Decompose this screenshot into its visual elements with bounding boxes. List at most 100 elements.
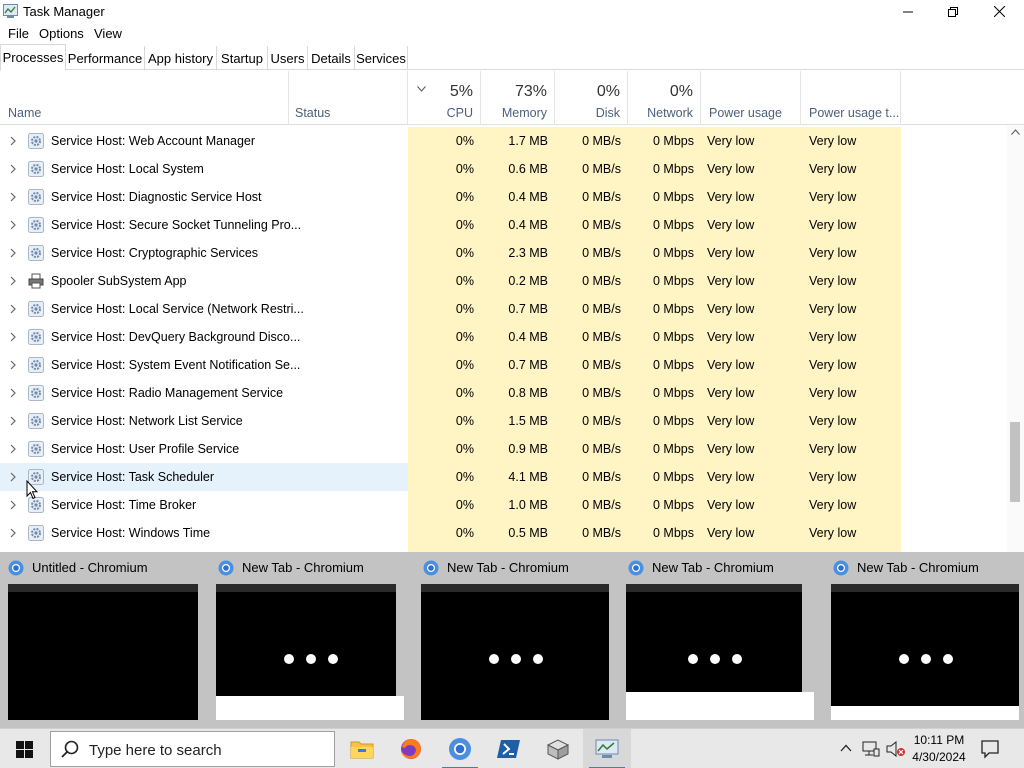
tab-app-history[interactable]: App history — [145, 46, 217, 70]
process-row[interactable]: Service Host: System Event Notification … — [0, 351, 1008, 379]
expand-chevron-icon[interactable] — [8, 331, 18, 343]
thumbnail-browser-toolbar — [421, 584, 609, 592]
dot — [688, 654, 698, 664]
header-status[interactable]: Status — [289, 71, 408, 125]
taskbar-task-manager[interactable] — [583, 729, 631, 768]
switcher-window-thumbnail[interactable]: New Tab - Chromium — [210, 552, 410, 728]
process-row[interactable]: Service Host: Time Broker 0% 1.0 MB 0 MB/s 0… — [0, 491, 1008, 519]
expand-chevron-icon[interactable] — [8, 443, 18, 455]
expand-chevron-icon[interactable] — [8, 499, 18, 511]
cell-net: 0 Mbps — [628, 323, 701, 351]
scroll-up-arrow-icon[interactable] — [1011, 129, 1020, 135]
cell-cpu: 0% — [408, 267, 481, 295]
chromium-icon — [833, 560, 849, 576]
header-cpu-label: CPU — [446, 106, 473, 120]
cell-mem: 0.6 MB — [481, 155, 555, 183]
process-row[interactable]: Service Host: DevQuery Background Disco.… — [0, 323, 1008, 351]
expand-chevron-icon[interactable] — [8, 387, 18, 399]
cell-mem: 1.7 MB — [481, 127, 555, 155]
header-power-trend-label: Power usage t... — [809, 106, 900, 120]
header-memory-label: Memory — [501, 106, 547, 120]
process-row[interactable]: Service Host: Cryptographic Services 0% 2.… — [0, 239, 1008, 267]
thumbnail-preview — [626, 584, 802, 692]
menu-options[interactable]: Options — [39, 26, 84, 41]
switcher-window-thumbnail[interactable]: New Tab - Chromium — [415, 552, 615, 728]
volume-muted-icon[interactable] — [886, 741, 906, 757]
expand-chevron-icon[interactable] — [8, 415, 18, 427]
expand-chevron-icon[interactable] — [8, 303, 18, 315]
title-bar: Task Manager — [0, 0, 1024, 23]
tab-startup[interactable]: Startup — [217, 46, 268, 70]
expand-chevron-icon[interactable] — [8, 247, 18, 259]
header-memory[interactable]: 73% Memory — [481, 71, 555, 125]
header-name[interactable]: Name — [0, 71, 289, 125]
cell-disk: 0 MB/s — [555, 435, 628, 463]
network-icon[interactable] — [862, 741, 880, 757]
process-row[interactable]: Service Host: User Profile Service 0% 0.9 … — [0, 435, 1008, 463]
taskbar-package-app[interactable] — [534, 729, 582, 768]
cell-cpu: 0% — [408, 435, 481, 463]
dot — [284, 654, 294, 664]
scroll-thumb[interactable] — [1010, 422, 1020, 502]
expand-chevron-icon[interactable] — [8, 219, 18, 231]
minimize-button[interactable] — [885, 0, 931, 23]
cell-disk: 0 MB/s — [555, 127, 628, 155]
dot — [710, 654, 720, 664]
cell-mem: 0.8 MB — [481, 379, 555, 407]
header-network[interactable]: 0% Network — [628, 71, 701, 125]
expand-chevron-icon[interactable] — [8, 471, 18, 483]
expand-chevron-icon[interactable] — [8, 275, 18, 287]
taskbar-search-box[interactable]: Type here to search — [50, 731, 335, 767]
show-hidden-icons-chevron-icon[interactable] — [840, 744, 852, 752]
clock-date[interactable]: 4/30/2024 — [908, 750, 970, 764]
header-power-trend[interactable]: Power usage t... — [801, 71, 901, 125]
header-disk[interactable]: 0% Disk — [555, 71, 628, 125]
package-icon — [546, 739, 570, 760]
menu-file[interactable]: File — [8, 26, 29, 41]
clock-time[interactable]: 10:11 PM — [912, 733, 966, 747]
switcher-window-thumbnail[interactable]: New Tab - Chromium — [620, 552, 820, 728]
header-power-usage[interactable]: Power usage — [701, 71, 801, 125]
process-row[interactable]: Service Host: Network List Service 0% 1.5 … — [0, 407, 1008, 435]
start-button[interactable] — [0, 729, 48, 768]
header-disk-label: Disk — [595, 106, 620, 120]
switcher-window-title: New Tab - Chromium — [447, 560, 569, 575]
action-center-icon[interactable] — [980, 739, 1000, 759]
tab-users[interactable]: Users — [268, 46, 308, 70]
process-row[interactable]: Service Host: Web Account Manager 0% 1.7 M… — [0, 127, 1008, 155]
taskbar-file-explorer[interactable] — [338, 729, 386, 768]
vertical-scrollbar[interactable] — [1007, 125, 1024, 552]
expand-chevron-icon[interactable] — [8, 163, 18, 175]
expand-chevron-icon[interactable] — [8, 135, 18, 147]
switcher-window-thumbnail[interactable]: New Tab - Chromium — [825, 552, 1024, 728]
tab-services[interactable]: Services — [355, 46, 408, 70]
process-row[interactable]: Service Host: Secure Socket Tunneling Pr… — [0, 211, 1008, 239]
switcher-window-thumbnail[interactable]: Untitled - Chromium — [0, 552, 200, 728]
tab-performance[interactable]: Performance — [66, 46, 145, 70]
process-row[interactable]: Service Host: Diagnostic Service Host 0% 0… — [0, 183, 1008, 211]
taskbar-firefox[interactable] — [387, 729, 435, 768]
taskbar-chromium[interactable] — [436, 729, 484, 768]
expand-chevron-icon[interactable] — [8, 359, 18, 371]
process-row[interactable]: Service Host: Radio Management Service 0%… — [0, 379, 1008, 407]
process-row[interactable]: Spooler SubSystem App 0% 0.2 MB 0 MB/s 0 Mbp… — [0, 267, 1008, 295]
taskbar-powershell[interactable] — [485, 729, 533, 768]
process-row[interactable]: Service Host: Local System 0% 0.6 MB 0 MB/s… — [0, 155, 1008, 183]
process-row[interactable]: Service Host: Task Scheduler 0% 4.1 MB 0 MB… — [0, 463, 1008, 491]
close-button[interactable] — [976, 0, 1022, 23]
cell-mem: 0.7 MB — [481, 351, 555, 379]
tab-details[interactable]: Details — [308, 46, 355, 70]
tab-processes[interactable]: Processes — [0, 44, 66, 71]
menu-view[interactable]: View — [94, 26, 122, 41]
cell-cpu: 0% — [408, 407, 481, 435]
expand-chevron-icon[interactable] — [8, 527, 18, 539]
expand-chevron-icon[interactable] — [8, 191, 18, 203]
gear-icon — [28, 189, 44, 205]
header-cpu[interactable]: 5% CPU — [408, 71, 481, 125]
cell-trend: Very low — [801, 323, 901, 351]
process-name: Service Host: Windows Time — [51, 526, 211, 540]
process-row[interactable]: Service Host: Windows Time 0% 0.5 MB 0 MB/s… — [0, 519, 1008, 547]
process-row[interactable]: Service Host: Local Service (Network Res… — [0, 295, 1008, 323]
maximize-button[interactable] — [930, 0, 976, 23]
loading-dots — [899, 654, 953, 664]
